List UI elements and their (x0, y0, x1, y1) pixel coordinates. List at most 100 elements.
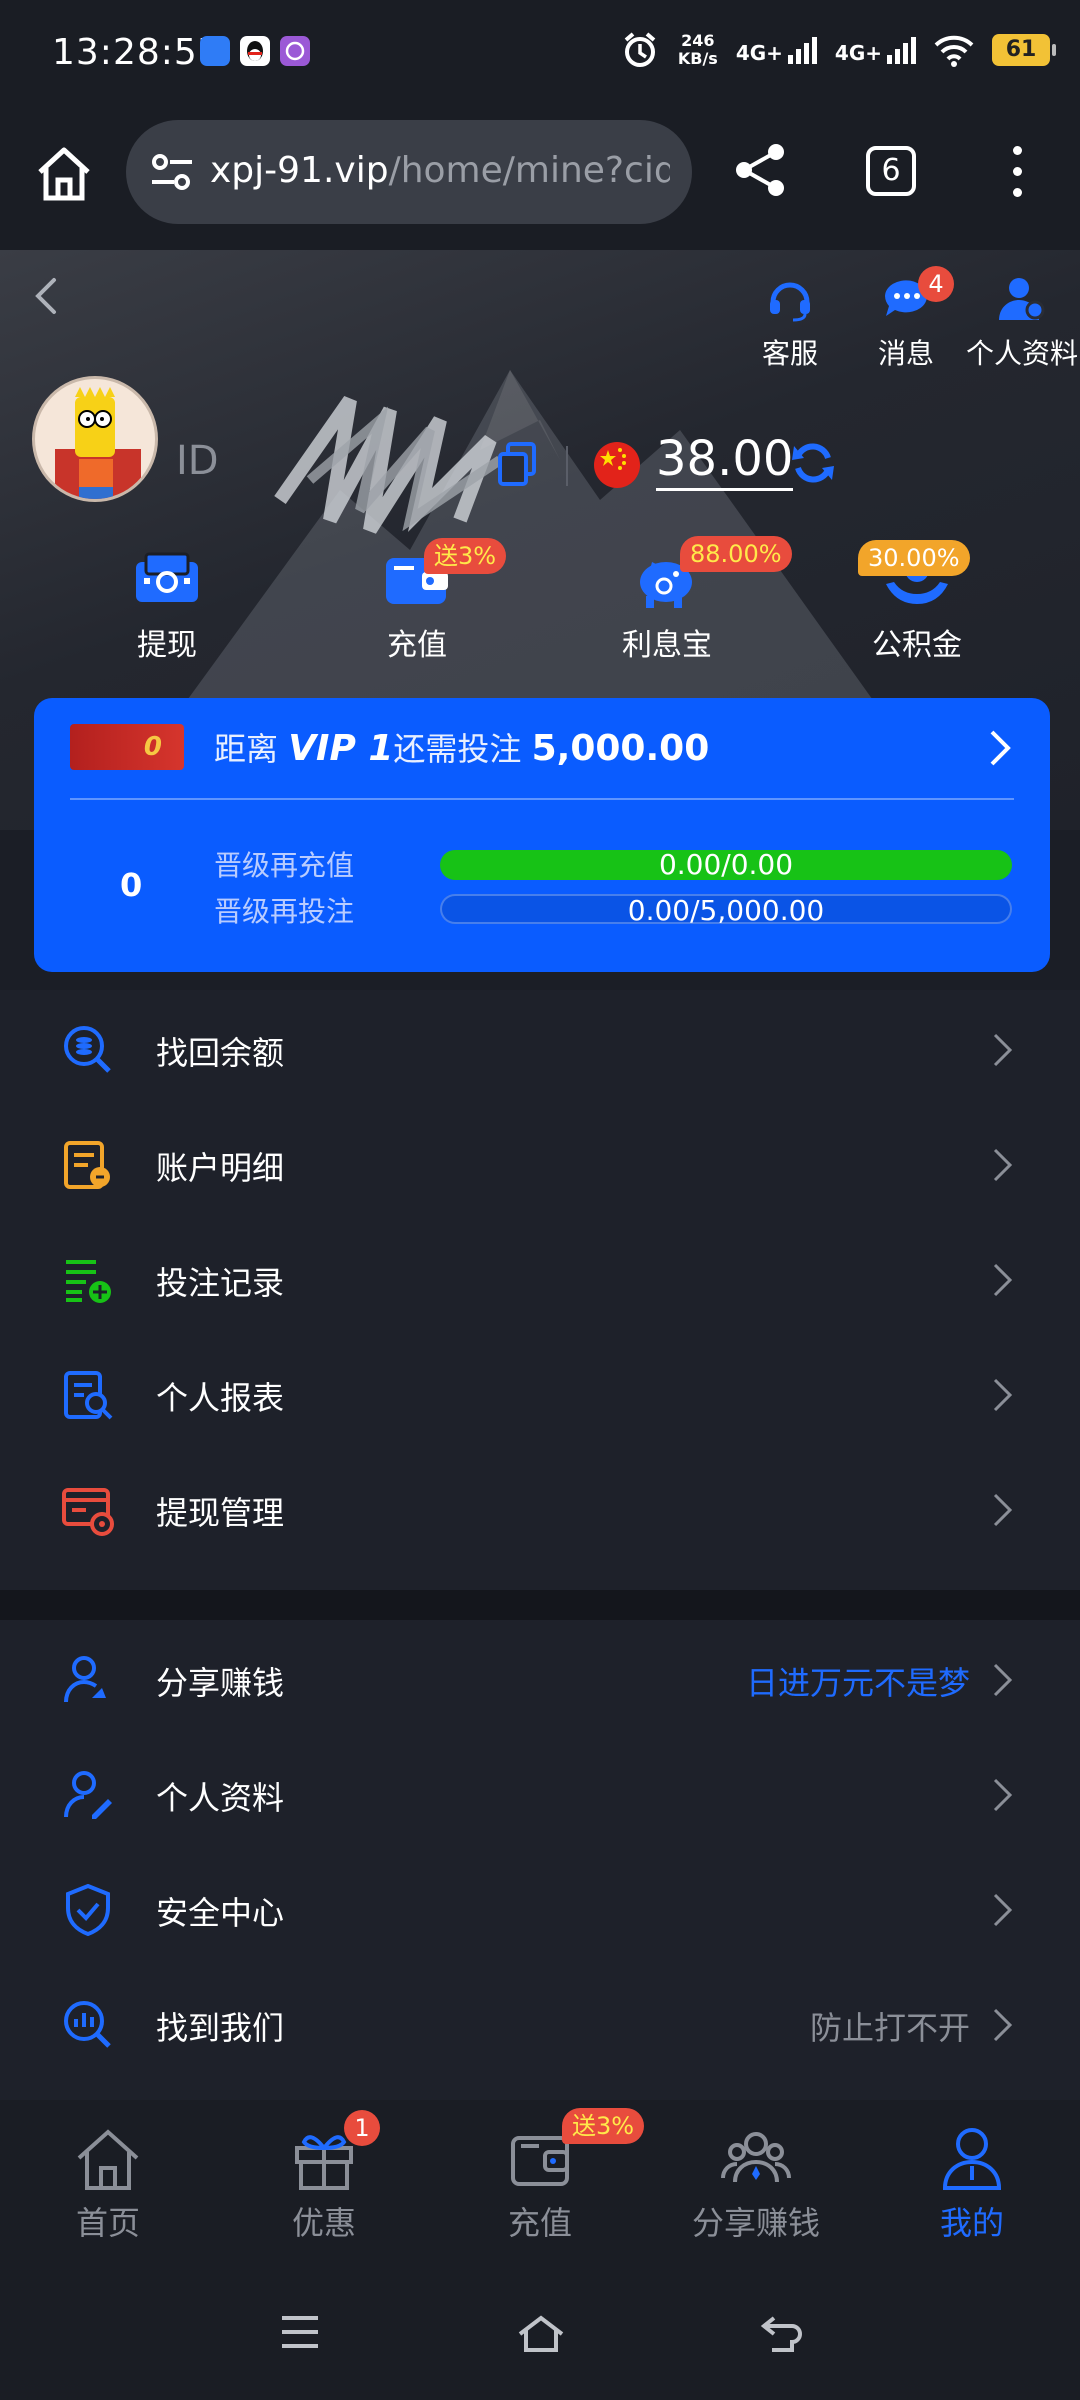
nav-share-earn[interactable]: 分享赚钱 (648, 2100, 864, 2270)
back-arrow-icon[interactable] (30, 276, 60, 316)
profile-button[interactable]: 个人资料 (964, 274, 1080, 372)
nav-recharge[interactable]: 充值 送3% (432, 2100, 648, 2270)
menu-item-personal-report[interactable]: 个人报表 (0, 1335, 1080, 1450)
chevron-right-icon[interactable] (988, 728, 1014, 768)
quick-actions: 提现 充值 送3% 利息宝 88.00% 公积金 30.00% (0, 536, 1080, 664)
menu-item-security-center[interactable]: 安全中心 (0, 1850, 1080, 1965)
system-navigation-bar (0, 2270, 1080, 2400)
menu-group-account: 找回余额 账户明细 投注记录 个人报表 提现管理 (0, 990, 1080, 1590)
recent-apps-icon[interactable] (280, 2314, 320, 2350)
nav-mine-label: 我的 (939, 2204, 1004, 2242)
browser-toolbar: xpj-91.vip/home/mine?cid=223 6 (0, 110, 1080, 250)
header-divider (566, 446, 568, 486)
address-bar[interactable]: xpj-91.vip/home/mine?cid=223 (126, 120, 692, 224)
interest-treasure-label: 利息宝 (622, 628, 712, 663)
nav-recharge-bonus-tag: 送3% (562, 2108, 645, 2144)
copy-icon[interactable] (498, 442, 538, 486)
interest-treasure-button[interactable]: 利息宝 88.00% (542, 536, 792, 664)
recharge-label: 充值 (387, 628, 447, 663)
messages-button[interactable]: 消息 4 (848, 266, 964, 372)
bottom-navigation: 首页 优惠 1 充值 送3% 分享赚钱 我的 (0, 2100, 1080, 2270)
nav-home[interactable]: 首页 (0, 2100, 216, 2270)
menu-group-personal: 分享赚钱 日进万元不是梦 个人资料 安全中心 找到我们 防止打不开 (0, 1620, 1080, 2100)
vip-level-number: 0 (120, 866, 143, 904)
recharge-button[interactable]: 充值 送3% (292, 538, 542, 664)
browser-menu-icon[interactable] (1002, 146, 1032, 202)
system-back-icon[interactable] (760, 2314, 804, 2354)
section-divider (0, 1590, 1080, 1620)
interest-rate-tag: 88.00% (680, 536, 792, 572)
menu-item-recover-balance[interactable]: 找回余额 (0, 990, 1080, 1105)
chevron-right-icon (993, 1378, 1013, 1412)
withdraw-icon (136, 552, 198, 602)
chevron-right-icon (993, 1493, 1013, 1527)
find-us-icon (64, 2001, 111, 2048)
nav-mine[interactable]: 我的 (864, 2100, 1080, 2270)
header-actions: 客服 消息 4 个人资料 (732, 266, 1080, 372)
shield-check-icon (66, 1884, 110, 1936)
menu-item-personal-info[interactable]: 个人资料 (0, 1735, 1080, 1850)
nav-home-label: 首页 (75, 2204, 140, 2242)
vip-requirement-text: 距离 VIP 1还需投注 5,000.00 (214, 728, 710, 769)
menu-item-withdraw-management[interactable]: 提现管理 (0, 1450, 1080, 1565)
url-text[interactable]: xpj-91.vip/home/mine?cid=223 (210, 150, 670, 191)
signal-bars-icon (887, 37, 916, 64)
net-speed: 246 KB/s (677, 31, 718, 68)
user-icon (942, 2128, 1002, 2190)
wifi-icon (934, 35, 974, 67)
system-home-icon[interactable] (516, 2314, 566, 2354)
recharge-progress-bar: 0.00/0.00 (440, 850, 1012, 880)
browser-home-icon[interactable] (34, 144, 94, 204)
upgrade-bet-label: 晋级再投注 (214, 895, 355, 928)
refresh-icon[interactable] (790, 440, 836, 486)
redacted-id-scribble (274, 395, 503, 534)
chevron-right-icon (993, 1893, 1013, 1927)
china-flag-icon (594, 442, 640, 488)
upgrade-recharge-label: 晋级再充值 (214, 849, 355, 882)
status-indicators: 246 KB/s 4G+ 4G+ 61 (620, 30, 1056, 70)
messages-badge: 4 (918, 266, 954, 302)
share-user-icon (64, 1656, 106, 1703)
status-bar: 13:28:57 246 KB/s 4G+ 4G+ 61 (0, 0, 1080, 110)
tabs-button[interactable]: 6 (866, 146, 916, 196)
wallet-app-icon (280, 36, 310, 66)
profile-label: 个人资料 (965, 337, 1078, 370)
chevron-right-icon (993, 1033, 1013, 1067)
signal-bars-icon (787, 37, 817, 64)
bet-progress-bar: 0.00/5,000.00 (440, 894, 1012, 926)
chevron-right-icon (993, 1263, 1013, 1297)
vip-required-amount: 5,000.00 (531, 728, 710, 769)
user-edit-icon (64, 1771, 112, 1819)
vip-divider (70, 798, 1014, 800)
menu-item-bet-records[interactable]: 投注记录 (0, 1220, 1080, 1335)
app-notification-icon (200, 36, 230, 66)
menu-item-find-us[interactable]: 找到我们 防止打不开 (0, 1965, 1080, 2080)
nav-recharge-label: 充值 (507, 2204, 572, 2242)
customer-service-label: 客服 (761, 337, 818, 370)
status-time: 13:28:57 (52, 32, 222, 73)
site-settings-icon[interactable] (148, 148, 196, 196)
qq-icon (240, 36, 270, 66)
nav-promotions[interactable]: 优惠 1 (216, 2100, 432, 2270)
recharge-bonus-tag: 送3% (424, 538, 507, 574)
withdraw-manage-icon (62, 1488, 114, 1536)
battery-indicator: 61 (992, 34, 1056, 66)
vip-progress-card[interactable]: 0 距离 VIP 1还需投注 5,000.00 0 晋级再充值 0.00/0.0… (34, 698, 1050, 972)
search-coin-icon (64, 1026, 111, 1073)
menu-item-account-details[interactable]: 账户明细 (0, 1105, 1080, 1220)
withdraw-button[interactable]: 提现 (42, 550, 292, 664)
provident-fund-label: 公积金 (872, 628, 962, 663)
customer-service-button[interactable]: 客服 (732, 274, 848, 372)
avatar[interactable] (32, 376, 158, 502)
menu-item-share-earn[interactable]: 分享赚钱 日进万元不是梦 (0, 1620, 1080, 1735)
status-app-icons (200, 36, 310, 66)
share-icon[interactable] (730, 140, 790, 200)
bet-record-icon (66, 1260, 111, 1303)
messages-label: 消息 (877, 337, 934, 370)
report-icon (64, 1371, 113, 1420)
signal-2: 4G+ (835, 35, 916, 65)
chevron-right-icon (993, 1148, 1013, 1182)
chevron-right-icon (993, 1663, 1013, 1697)
provident-fund-button[interactable]: 公积金 30.00% (792, 540, 1042, 664)
account-detail-icon (64, 1141, 110, 1189)
